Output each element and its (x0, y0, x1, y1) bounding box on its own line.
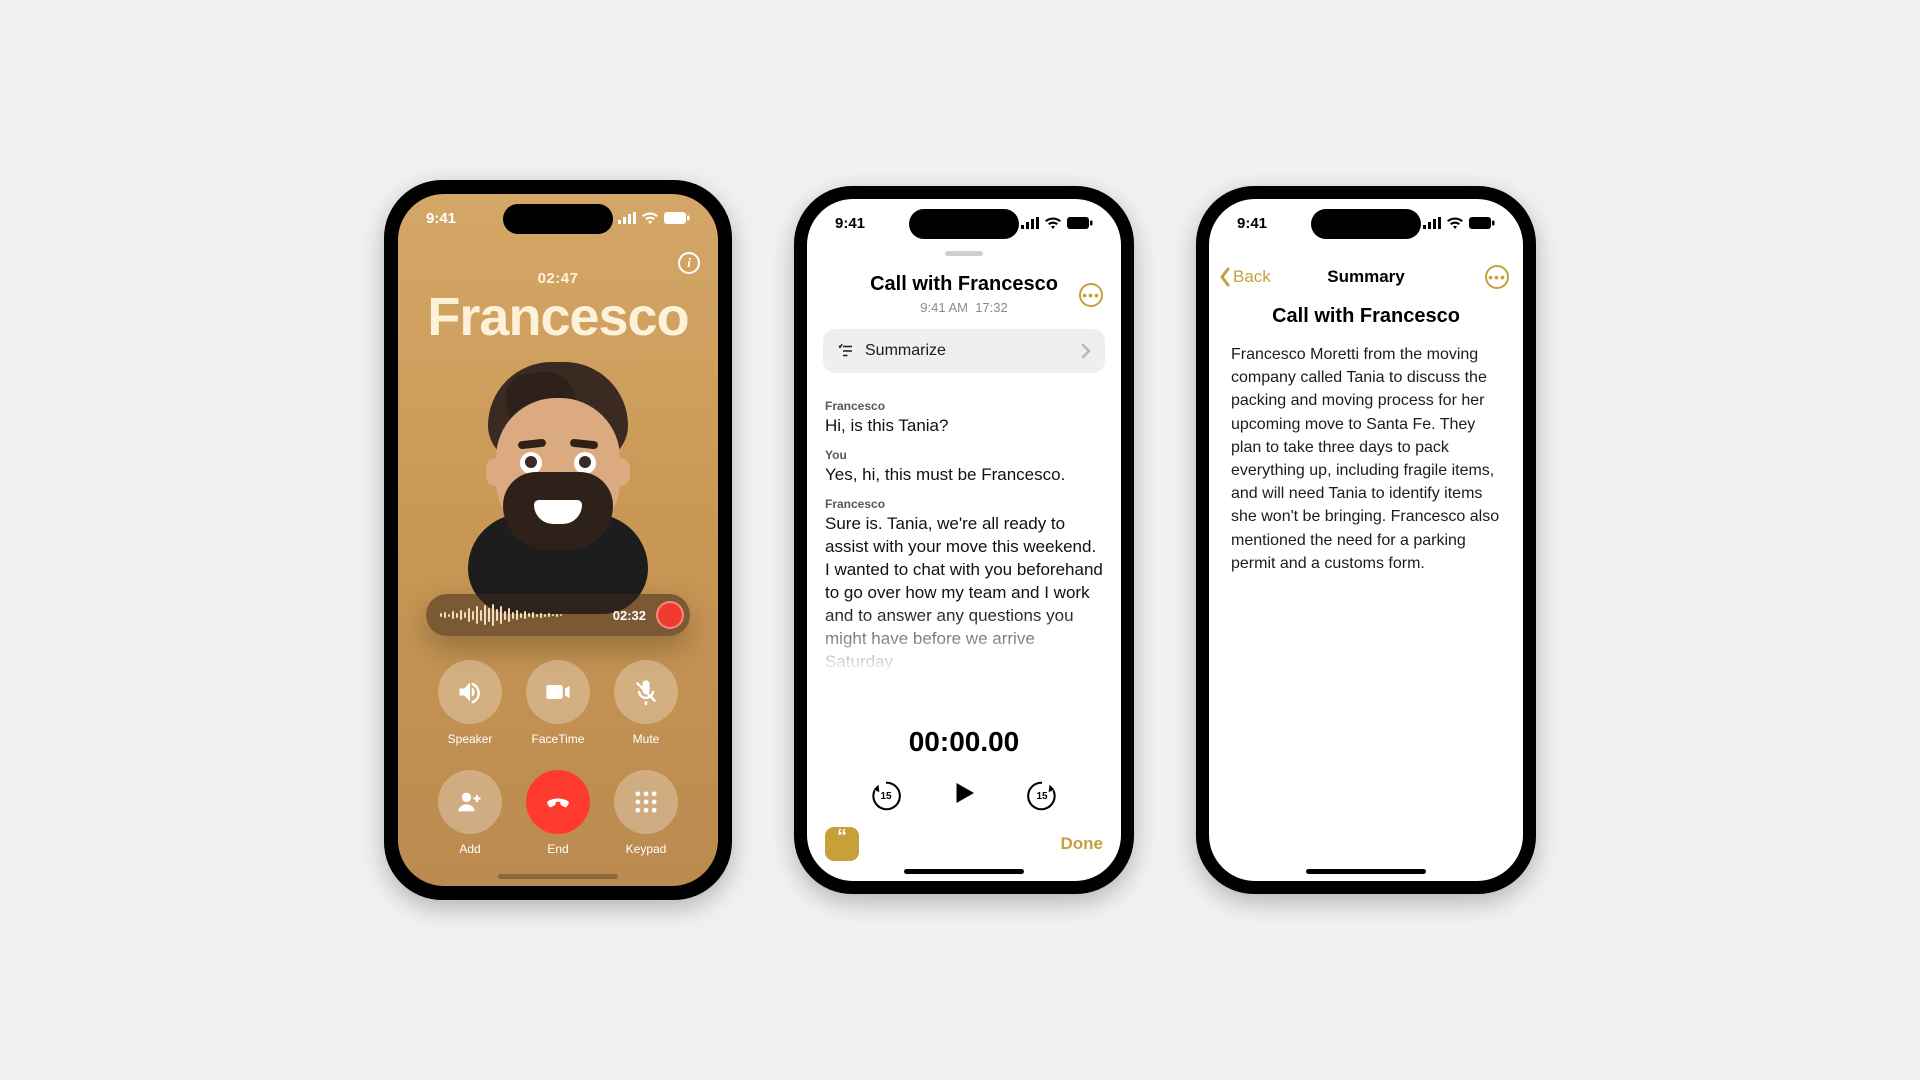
contact-avatar-memoji (448, 354, 668, 614)
caller-name: Francesco (398, 286, 718, 348)
status-time: 9:41 (1237, 215, 1267, 232)
keypad-label: Keypad (626, 842, 667, 856)
facetime-button[interactable]: FaceTime (526, 660, 590, 746)
transcript-content[interactable]: Francesco Hi, is this Tania? You Yes, hi… (825, 389, 1103, 671)
wifi-icon (1447, 217, 1463, 229)
facetime-label: FaceTime (532, 732, 585, 746)
call-duration: 02:47 (398, 270, 718, 287)
home-indicator[interactable] (498, 874, 618, 879)
skip-back-15-button[interactable]: 15 (869, 779, 903, 813)
status-time: 9:41 (426, 210, 456, 227)
mute-button[interactable]: Mute (614, 660, 678, 746)
more-options-button[interactable]: ••• (1485, 265, 1509, 289)
back-button[interactable]: Back (1219, 267, 1271, 287)
mute-label: Mute (633, 732, 660, 746)
dynamic-island (503, 204, 613, 234)
wifi-icon (1045, 217, 1061, 229)
playback-time: 00:00.00 (807, 726, 1121, 758)
skip-forward-15-button[interactable]: 15 (1025, 779, 1059, 813)
keypad-icon (632, 788, 660, 816)
recording-time: 02:32 (613, 608, 646, 623)
add-call-button[interactable]: Add (438, 770, 502, 856)
chevron-left-icon (1219, 267, 1231, 287)
battery-icon (1469, 217, 1495, 229)
note-title: Call with Francesco (807, 273, 1121, 296)
phone-notes-transcript: 9:41 Call with Francesco 9:41 AM 17:32 •… (794, 186, 1134, 894)
nav-title: Summary (1327, 267, 1404, 287)
sheet-grabber[interactable] (945, 251, 983, 256)
home-indicator[interactable] (904, 869, 1024, 874)
cellular-icon (618, 212, 636, 224)
more-options-button[interactable]: ••• (1079, 283, 1103, 307)
dynamic-island (1311, 209, 1421, 239)
transcript-line: Sure is. Tania, we're all ready to assis… (825, 513, 1103, 671)
stop-recording-button[interactable] (656, 601, 684, 629)
dynamic-island (909, 209, 1019, 239)
transcript-speaker: Francesco (825, 497, 1103, 511)
end-call-label: End (547, 842, 568, 856)
transcript-toggle-button[interactable] (825, 827, 859, 861)
wifi-icon (642, 212, 658, 224)
transcript-speaker: Francesco (825, 399, 1103, 413)
end-call-button[interactable]: End (526, 770, 590, 856)
cellular-icon (1021, 217, 1039, 229)
recording-indicator-bar[interactable]: 02:32 (426, 594, 690, 636)
phone-summary-screen: 9:41 Back Summary ••• Call with Francesc… (1196, 186, 1536, 894)
end-call-icon (544, 788, 572, 816)
transcript-line: Yes, hi, this must be Francesco. (825, 464, 1103, 487)
speaker-label: Speaker (448, 732, 493, 746)
play-icon (949, 778, 979, 808)
summarize-icon (837, 342, 855, 360)
speaker-button[interactable]: Speaker (438, 660, 502, 746)
status-time: 9:41 (835, 215, 865, 232)
transcript-speaker: You (825, 448, 1103, 462)
summary-heading: Call with Francesco (1209, 305, 1523, 328)
summary-body: Francesco Moretti from the moving compan… (1231, 343, 1501, 575)
back-label: Back (1233, 267, 1271, 287)
keypad-button[interactable]: Keypad (614, 770, 678, 856)
mute-icon (632, 678, 660, 706)
play-button[interactable] (949, 778, 979, 813)
add-call-label: Add (459, 842, 480, 856)
summarize-label: Summarize (865, 342, 946, 360)
battery-icon (1067, 217, 1093, 229)
summarize-button[interactable]: Summarize (823, 329, 1105, 373)
chevron-right-icon (1081, 343, 1091, 359)
done-button[interactable]: Done (1061, 834, 1104, 854)
facetime-icon (544, 678, 572, 706)
cellular-icon (1423, 217, 1441, 229)
note-subtitle: 9:41 AM 17:32 (807, 300, 1121, 315)
home-indicator[interactable] (1306, 869, 1426, 874)
speaker-icon (456, 678, 484, 706)
transcript-line: Hi, is this Tania? (825, 415, 1103, 438)
add-call-icon (456, 788, 484, 816)
phone-call-screen: 9:41 i 02:47 Francesco 02:32 (384, 180, 732, 900)
battery-icon (664, 212, 690, 224)
waveform-icon (440, 604, 603, 626)
